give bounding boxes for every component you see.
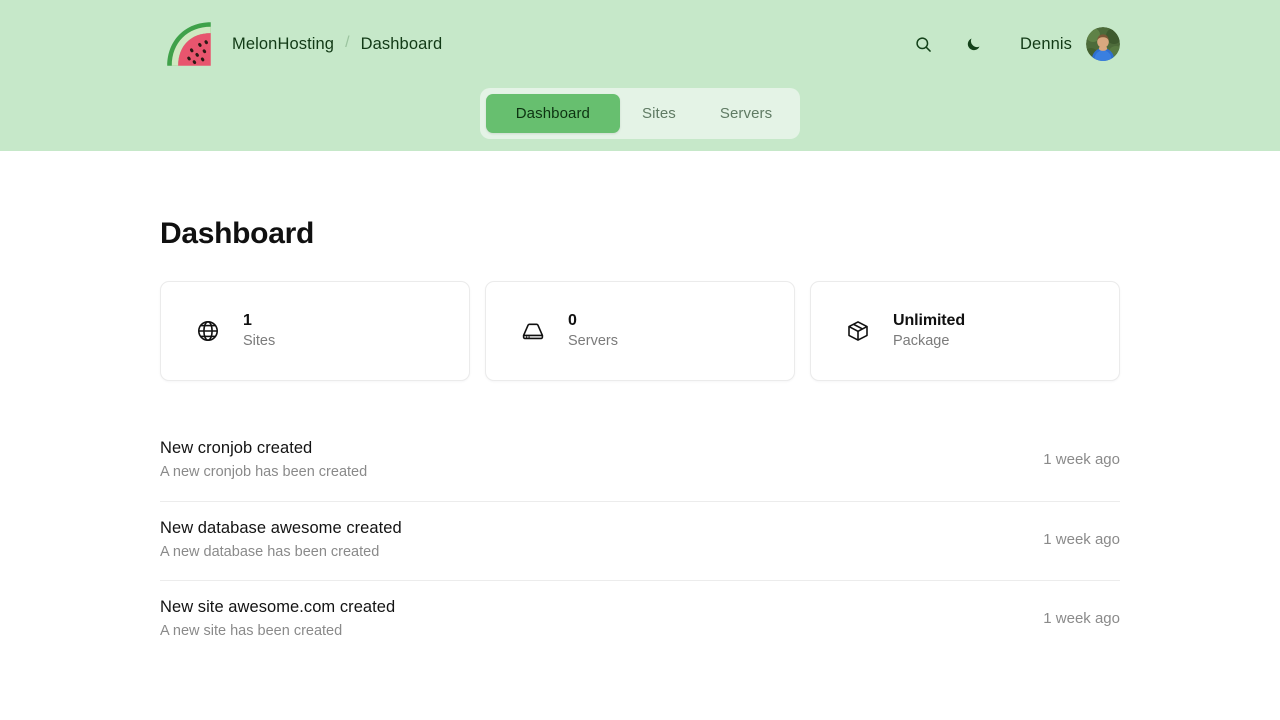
watermelon-slice-icon[interactable] [160,15,218,73]
tab-bar: Dashboard Sites Servers [479,88,801,139]
breadcrumb: MelonHosting / Dashboard [232,34,443,54]
stat-label: Sites [243,333,276,350]
stat-value: 0 [568,311,577,329]
user-avatar-photo[interactable] [1086,27,1120,61]
activity-list: New cronjob created A new cronjob has be… [160,422,1120,660]
activity-description: A new database has been created [160,543,380,560]
header-bar: MelonHosting / Dashboard Dennis [0,0,1280,88]
page-title: Dashboard [160,217,314,250]
stat-card-grid: 1 Sites 0 Servers Unlimited Package [160,281,1120,381]
tab-sites[interactable]: Sites [620,94,698,133]
breadcrumb-separator: / [345,34,350,51]
user-name: Dennis [1020,34,1072,53]
search-icon[interactable] [912,33,934,55]
activity-item[interactable]: New database awesome created A new datab… [160,502,1120,582]
activity-item[interactable]: New site awesome.com created A new site … [160,581,1120,660]
stat-value: Unlimited [893,311,965,329]
activity-description: A new cronjob has been created [160,463,368,480]
tabs-wrap: Dashboard Sites Servers [0,88,1280,139]
activity-item[interactable]: New cronjob created A new cronjob has be… [160,422,1120,502]
stat-text: Unlimited Package [893,312,965,351]
stat-text: 1 Sites [243,312,275,351]
header-actions: Dennis [912,27,1120,61]
activity-main: New cronjob created A new cronjob has be… [160,439,367,481]
activity-description: A new site has been created [160,623,343,640]
tab-dashboard[interactable]: Dashboard [485,94,621,133]
stat-value: 1 [243,311,252,329]
breadcrumb-root-link[interactable]: MelonHosting [232,35,334,54]
stat-label: Package [893,333,950,350]
brand-block: MelonHosting / Dashboard [160,15,912,73]
activity-timestamp: 1 week ago [1043,610,1120,628]
moon-icon[interactable] [962,33,984,55]
app-header: MelonHosting / Dashboard Dennis Dashboar… [0,0,1280,151]
stat-text: 0 Servers [568,312,618,351]
globe-icon [195,318,221,344]
activity-main: New site awesome.com created A new site … [160,598,395,640]
activity-title: New cronjob created [160,439,313,457]
stat-label: Servers [568,333,618,350]
activity-title: New database awesome created [160,518,402,537]
user-block[interactable]: Dennis [1020,27,1120,61]
activity-main: New database awesome created A new datab… [160,519,402,561]
breadcrumb-current-page: Dashboard [360,34,443,53]
package-box-icon [845,318,871,344]
activity-timestamp: 1 week ago [1043,530,1120,548]
server-icon [520,318,546,344]
stat-card-servers[interactable]: 0 Servers [485,281,795,381]
activity-timestamp: 1 week ago [1043,451,1120,468]
main-content: Dashboard 1 Sites 0 Servers Unlimited Pa… [0,151,1280,660]
stat-card-sites[interactable]: 1 Sites [160,281,470,381]
tab-servers[interactable]: Servers [698,94,794,133]
activity-title: New site awesome.com created [160,598,396,617]
stat-card-package[interactable]: Unlimited Package [810,281,1120,381]
